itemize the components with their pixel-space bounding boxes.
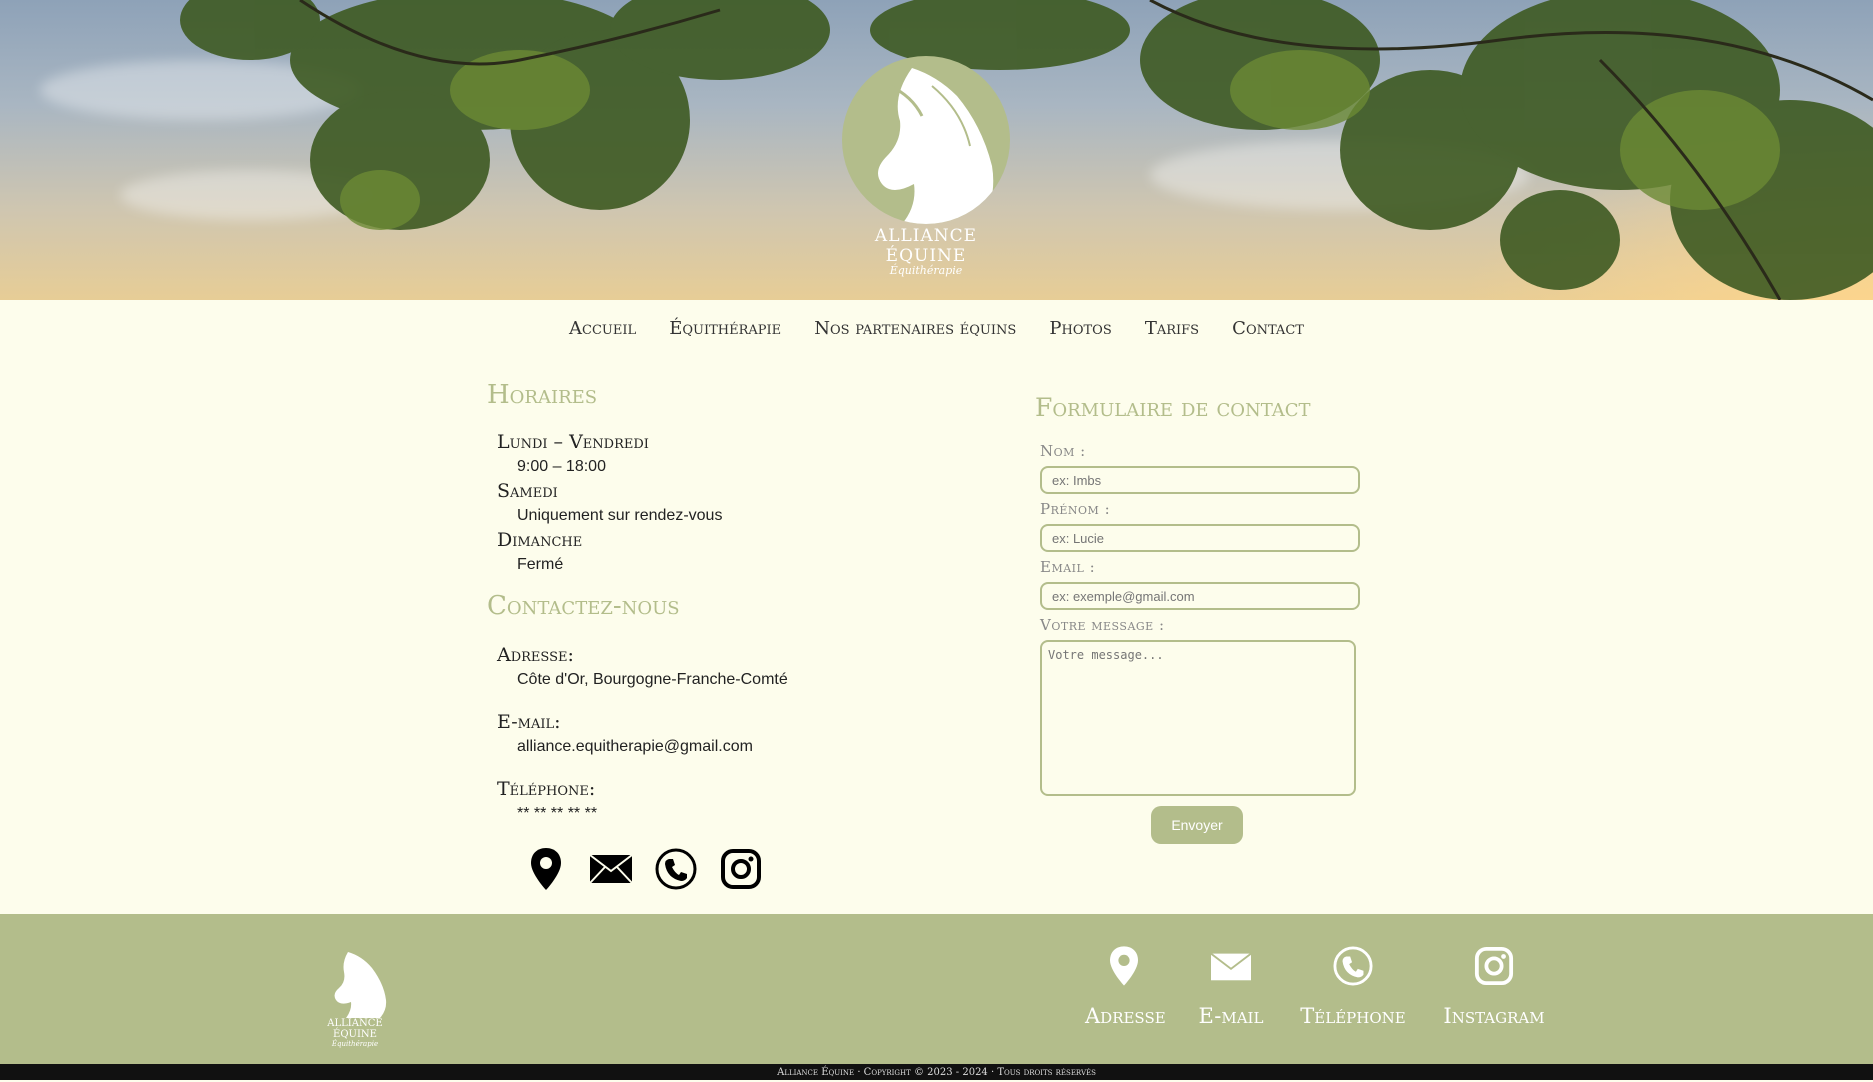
footer-instagram-label: Instagram (1443, 1004, 1545, 1028)
message-label: Votre message : (1040, 616, 1165, 634)
hours-time: Uniquement sur rendez-vous (517, 507, 723, 524)
horse-head-icon (842, 56, 1010, 224)
hours-list: Lundi – Vendredi 9:00 – 18:00 Samedi Uni… (497, 430, 967, 577)
footer: ALLIANCE ÉQUINE Équithérapie Adresse E-m… (0, 914, 1873, 1064)
nav-accueil[interactable]: Accueil (569, 318, 636, 339)
logo-subtitle: Équithérapie (889, 264, 963, 277)
address-value: Côte d'Or, Bourgogne-Franche-Comté (517, 671, 788, 688)
main-nav: Accueil Équithérapie Nos partenaires équ… (0, 318, 1873, 339)
nav-equitherapie[interactable]: Équithérapie (669, 318, 781, 339)
footer-logo[interactable]: ALLIANCE ÉQUINE Équithérapie (310, 948, 400, 1048)
footer-logo-name: ALLIANCE ÉQUINE (327, 1018, 383, 1040)
hours-day: Samedi (497, 480, 558, 502)
message-textarea[interactable] (1040, 640, 1356, 796)
horse-head-icon (334, 952, 387, 1018)
envelope-icon (1210, 952, 1252, 981)
submit-button[interactable]: Envoyer (1151, 806, 1243, 844)
phone-icon (1333, 946, 1373, 986)
footer-address-link[interactable]: Adresse (1085, 946, 1166, 1028)
hours-title: Horaires (487, 380, 598, 410)
logo-name: ALLIANCE ÉQUINE (874, 226, 978, 266)
email-label: Email : (1040, 558, 1096, 576)
footer-phone-label: Téléphone (1300, 1004, 1406, 1028)
instagram-icon (1474, 946, 1514, 986)
footer-phone-link[interactable]: Téléphone (1300, 946, 1406, 1028)
contact-icons (513, 845, 773, 893)
footer-email-label: E-mail (1198, 1004, 1264, 1028)
nom-label: Nom : (1040, 442, 1086, 460)
site-logo[interactable]: ALLIANCE ÉQUINE Équithérapie (836, 56, 1016, 277)
instagram-icon[interactable] (708, 845, 773, 893)
hours-time: Fermé (517, 556, 564, 573)
nav-contact[interactable]: Contact (1232, 318, 1304, 339)
footer-email-link[interactable]: E-mail (1198, 946, 1264, 1028)
info-column: Horaires Lundi – Vendredi 9:00 – 18:00 S… (487, 380, 967, 826)
phone-value: ** ** ** ** ** (517, 805, 598, 822)
location-pin-icon (1110, 946, 1138, 986)
contact-title: Contactez-nous (487, 591, 680, 621)
nav-photos[interactable]: Photos (1049, 318, 1111, 339)
hours-day: Lundi – Vendredi (497, 431, 649, 453)
phone-icon[interactable] (643, 845, 708, 893)
hours-day: Dimanche (497, 529, 583, 551)
hours-time: 9:00 – 18:00 (517, 458, 606, 475)
form-title: Formulaire de contact (1035, 393, 1311, 422)
nav-tarifs[interactable]: Tarifs (1145, 318, 1199, 339)
email-label: E-mail: (497, 711, 561, 733)
nom-input[interactable] (1040, 466, 1360, 494)
prenom-input[interactable] (1040, 524, 1360, 552)
prenom-label: Prénom : (1040, 500, 1111, 518)
email-value[interactable]: alliance.equitherapie@gmail.com (517, 734, 967, 759)
footer-instagram-link[interactable]: Instagram (1440, 946, 1548, 1028)
footer-logo-subtitle: Équithérapie (331, 1040, 379, 1048)
hero-banner: ALLIANCE ÉQUINE Équithérapie (0, 0, 1873, 300)
nav-partenaires[interactable]: Nos partenaires équins (814, 318, 1016, 339)
phone-label: Téléphone: (497, 778, 596, 800)
copyright-bar: Alliance Équine · Copyright © 2023 - 202… (0, 1064, 1873, 1080)
email-input[interactable] (1040, 582, 1360, 610)
footer-address-label: Adresse (1085, 1004, 1166, 1028)
contact-details: Adresse: Côte d'Or, Bourgogne-Franche-Co… (497, 643, 967, 826)
location-pin-icon[interactable] (513, 845, 578, 893)
envelope-icon[interactable] (578, 845, 643, 893)
contact-form: Formulaire de contact Nom : Prénom : Ema… (1035, 393, 1360, 844)
address-label: Adresse: (497, 644, 574, 666)
